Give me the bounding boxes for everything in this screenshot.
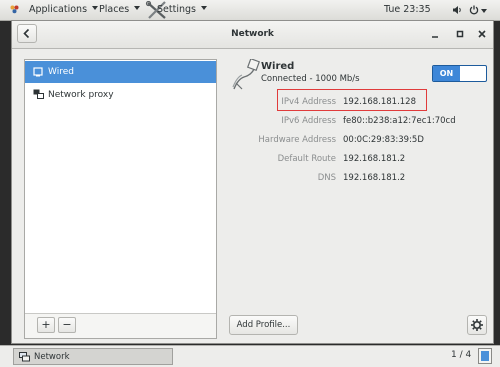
add-connection-button[interactable]: + [37,317,55,333]
network-app-icon [19,352,30,362]
close-icon[interactable] [476,28,488,40]
settings-menu[interactable]: Settings [157,4,207,16]
workspace-switcher[interactable] [478,348,492,364]
dns-label: DNS [317,173,336,183]
power-icon[interactable] [469,5,479,15]
dns-value: 192.168.181.2 [343,173,406,183]
connection-settings-button[interactable] [467,315,487,335]
workspace-indicator-label: 1 / 4 [451,350,472,360]
sidebar-item-label: Wired [48,67,74,77]
default-route-label: Default Route [277,154,336,164]
sidebar-item-network-proxy[interactable]: Network proxy [25,84,216,106]
applications-menu[interactable]: Applications [29,4,99,16]
taskbar-item-network[interactable]: Network [13,348,173,365]
window-title: Network [231,29,274,39]
taskbar-item-label: Network [34,352,70,362]
sidebar-item-label: Network proxy [48,90,114,100]
remove-connection-button[interactable]: − [58,317,76,333]
ipv4-highlight-box [277,89,427,111]
wired-connection-icon [232,59,260,90]
applications-label: Applications [29,4,88,15]
hardware-address-label: Hardware Address [258,135,336,145]
taskbar: Network 1 / 4 [0,345,500,367]
connection-status: Connected - 1000 Mb/s [261,74,360,84]
ipv6-address-value: fe80::b238:a12:7ec1:70cd [343,116,456,126]
minimize-icon[interactable] [429,28,441,40]
chevron-down-icon [134,6,141,10]
settings-label: Settings [157,4,196,15]
hardware-address-value: 00:0C:29:83:39:5D [343,135,424,145]
volume-icon[interactable] [452,5,463,15]
sidebar-item-wired[interactable]: Wired [25,61,216,83]
toggle-on-label: ON [433,66,460,81]
connection-toggle[interactable]: ON [432,65,487,82]
network-settings-window: Network Wired Network proxy + − Wired Co… [11,20,494,344]
workspace-thumbnail-icon [481,351,489,361]
maximize-icon[interactable] [454,28,466,40]
chevron-down-icon [92,6,99,10]
system-menu-chevron-icon[interactable] [481,9,487,13]
connection-list: Wired Network proxy + − [24,59,217,339]
connection-list-toolbar: + − [25,313,216,338]
gear-icon [471,319,483,331]
connection-name: Wired [261,61,295,72]
places-menu[interactable]: Places [99,4,141,16]
default-route-value: 192.168.181.2 [343,154,406,164]
chevron-down-icon [200,6,207,10]
applications-icon [10,5,19,14]
places-label: Places [99,4,130,15]
header-bar: Network [12,21,493,49]
top-bar: Applications Places Settings Tue 23:35 [0,0,500,21]
add-profile-button[interactable]: Add Profile... [229,315,298,335]
clock[interactable]: Tue 23:35 [384,4,431,16]
ipv6-address-label: IPv6 Address [281,116,336,126]
wired-icon [33,67,43,77]
proxy-icon [33,89,44,99]
